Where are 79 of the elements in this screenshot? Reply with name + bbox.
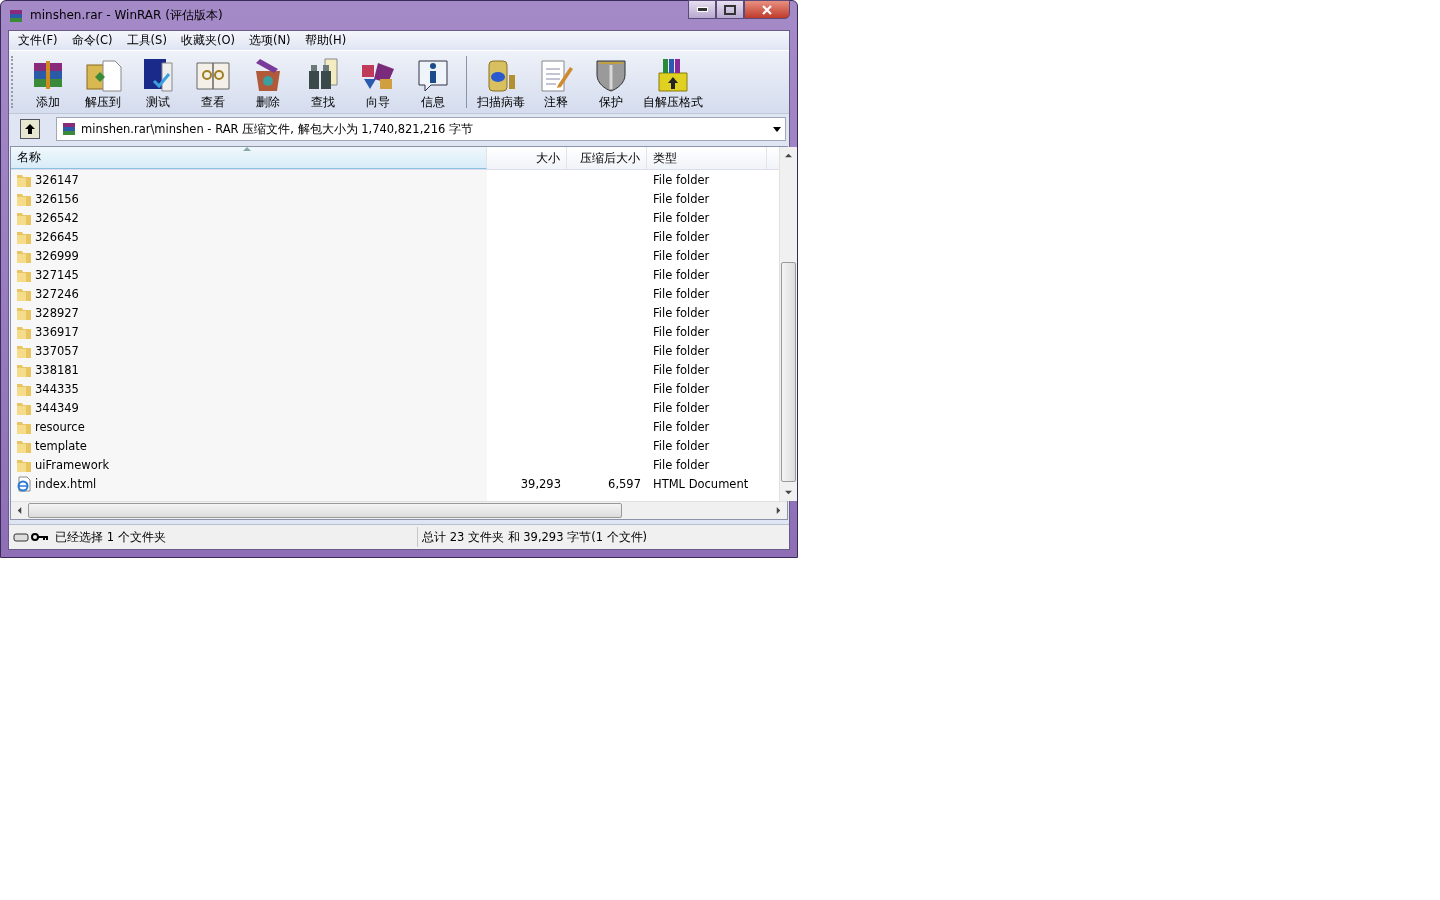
toolbar-button[interactable]: 添加	[20, 54, 75, 110]
toolbar-button[interactable]: 注释	[528, 54, 583, 110]
menu-item[interactable]: 文件(F)	[11, 33, 65, 48]
packed-size-cell-text: 6,597	[607, 475, 642, 493]
toolbar-button[interactable]: 测试	[130, 54, 185, 110]
type-cell-text: File folder	[652, 285, 711, 303]
scroll-arrow-icon[interactable]	[785, 489, 792, 496]
maximize-button[interactable]	[716, 0, 744, 19]
status-text: 已经选择 1 个文件夹	[55, 529, 166, 545]
toolbar-button[interactable]: 查找	[295, 54, 350, 110]
type-cell-text: File folder	[652, 266, 711, 284]
type-cell-text: File folder	[652, 361, 711, 379]
file-name-cell[interactable]: template	[11, 436, 487, 455]
toolbar-button[interactable]: 保护	[583, 54, 638, 110]
toolbar-button[interactable]: 删除	[240, 54, 295, 110]
type-cell-text: File folder	[652, 171, 711, 189]
path-text: minshen.rar\minshen - RAR 压缩文件, 解包大小为 1,740,821,216 字节	[81, 121, 474, 137]
close-button[interactable]	[744, 0, 790, 19]
type-cell-text: File folder	[652, 209, 711, 227]
file-name-cell[interactable]: index.html	[11, 474, 487, 493]
file-name-cell[interactable]: 344349	[11, 398, 487, 417]
toolbar-button[interactable]: 扫描病毒	[473, 54, 528, 110]
file-name-cell[interactable]: 326999	[11, 246, 487, 265]
file-name-cell[interactable]: 327145	[11, 265, 487, 284]
type-cell-text: File folder	[652, 456, 711, 474]
file-name-cell[interactable]: 344335	[11, 379, 487, 398]
menu-item[interactable]: 命令(C)	[64, 33, 120, 48]
file-name-cell[interactable]: 326542	[11, 208, 487, 227]
web-page-icon	[16, 475, 32, 492]
file-name-cell[interactable]: 326645	[11, 227, 487, 246]
type-cell-text: File folder	[652, 190, 711, 208]
scroll-arrow-icon[interactable]	[785, 152, 792, 159]
file-name-cell[interactable]: 326156	[11, 189, 487, 208]
column-header[interactable]: 类型	[647, 147, 767, 169]
type-cell-text: File folder	[652, 228, 711, 246]
column-header[interactable]: 压缩后大小	[567, 147, 647, 169]
type-cell-text: File folder	[652, 380, 711, 398]
size-cell-text: 39,293	[519, 475, 562, 493]
file-name-cell[interactable]: 326147	[11, 170, 487, 189]
type-cell-text: File folder	[652, 418, 711, 436]
file-name-cell[interactable]: 336917	[11, 322, 487, 341]
scroll-arrow-icon[interactable]	[16, 507, 23, 514]
sort-arrow-icon	[243, 147, 251, 151]
dropdown-arrow-icon[interactable]	[773, 126, 781, 132]
type-cell-text: File folder	[652, 399, 711, 417]
file-name-cell[interactable]: 338181	[11, 360, 487, 379]
menu-item[interactable]: 选项(N)	[241, 33, 298, 48]
status-text: 总计 23 文件夹 和 39,293 字节(1 个文件)	[422, 529, 648, 545]
toolbar-button[interactable]: 自解压格式	[638, 54, 708, 110]
menu-item[interactable]: 收藏夹(O)	[173, 33, 242, 48]
close-icon	[762, 4, 772, 15]
menu-item[interactable]: 工具(S)	[119, 33, 174, 48]
type-cell-text: HTML Document	[652, 475, 750, 493]
toolbar-button[interactable]: 向导	[350, 54, 405, 110]
type-cell-text: File folder	[652, 304, 711, 322]
type-cell-text: File folder	[652, 323, 711, 341]
minimize-button[interactable]	[688, 0, 716, 19]
menu-item[interactable]: 帮助(H)	[297, 33, 354, 48]
toolbar-button[interactable]: 信息	[405, 54, 460, 110]
file-name-cell[interactable]: resource	[11, 417, 487, 436]
type-cell-text: File folder	[652, 247, 711, 265]
file-name-cell[interactable]: 328927	[11, 303, 487, 322]
toolbar-button[interactable]: 解压到	[75, 54, 130, 110]
up-button[interactable]	[20, 119, 40, 139]
window-title: minshen.rar - WinRAR (评估版本)	[30, 7, 224, 24]
file-name-cell[interactable]: 337057	[11, 341, 487, 360]
vertical-scrollbar[interactable]	[779, 147, 797, 501]
file-name-cell[interactable]: uiFramework	[11, 455, 487, 474]
file-name-cell[interactable]: 327246	[11, 284, 487, 303]
horizontal-scrollbar[interactable]	[11, 501, 787, 519]
type-cell-text: File folder	[652, 437, 711, 455]
column-header[interactable]: 大小	[487, 147, 567, 169]
drive-key-icon[interactable]	[13, 531, 49, 543]
column-header[interactable]: 名称	[11, 147, 487, 169]
type-cell-text: File folder	[652, 342, 711, 360]
path-field[interactable]: minshen.rar\minshen - RAR 压缩文件, 解包大小为 1,740,821,216 字节	[56, 117, 786, 141]
up-arrow-icon	[24, 123, 36, 135]
scroll-arrow-icon[interactable]	[775, 507, 782, 514]
toolbar-button[interactable]: 查看	[185, 54, 240, 110]
